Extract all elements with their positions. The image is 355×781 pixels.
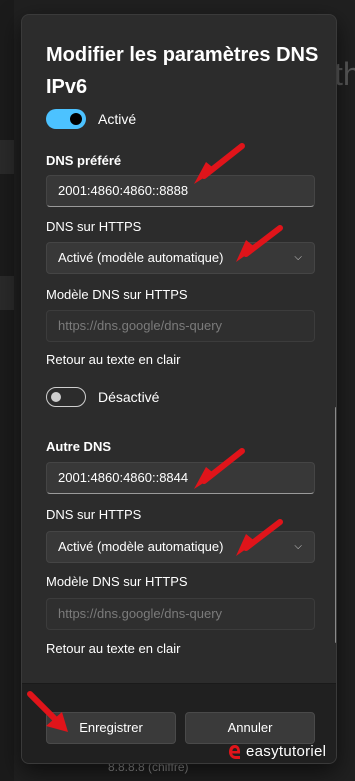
easytutoriel-logo-icon xyxy=(229,745,241,759)
preferred-dns-heading: DNS préféré xyxy=(46,153,122,168)
cancel-button[interactable]: Annuler xyxy=(185,712,315,744)
ipv6-toggle-label: Activé xyxy=(98,111,137,127)
preferred-https-dropdown[interactable]: Activé (modèle automatique) ⌵ xyxy=(46,242,315,274)
background-sidebar xyxy=(0,0,14,781)
chevron-down-icon: ⌵ xyxy=(294,252,302,263)
alternate-https-dropdown[interactable]: Activé (modèle automatique) ⌵ xyxy=(46,531,315,563)
background-sidebar-search xyxy=(0,140,14,174)
fallback-toggle[interactable] xyxy=(46,387,86,407)
dns-settings-dialog: Modifier les paramètres DNS IPv6 Activé … xyxy=(21,14,337,764)
preferred-template-label: Modèle DNS sur HTTPS xyxy=(46,287,188,302)
alternate-https-value: Activé (modèle automatique) xyxy=(58,539,224,554)
watermark-text: easytutoriel xyxy=(246,743,327,760)
alternate-dns-heading: Autre DNS xyxy=(46,439,112,454)
preferred-template-input[interactable]: https://dns.google/dns-query xyxy=(46,310,315,342)
preferred-https-value: Activé (modèle automatique) xyxy=(58,250,224,265)
alternate-template-input[interactable]: https://dns.google/dns-query xyxy=(46,598,315,630)
fallback-toggle-label: Désactivé xyxy=(98,389,160,405)
preferred-fallback-label: Retour au texte en clair xyxy=(46,352,181,367)
dialog-scrollbar[interactable] xyxy=(335,407,336,643)
background-heading-fragment: th xyxy=(334,56,355,92)
alternate-template-label: Modèle DNS sur HTTPS xyxy=(46,574,188,589)
background-sidebar-item xyxy=(0,276,14,310)
ipv6-toggle[interactable] xyxy=(46,109,86,129)
save-button[interactable]: Enregistrer xyxy=(46,712,176,744)
alternate-fallback-label: Retour au texte en clair xyxy=(46,641,181,656)
dialog-scroll-area[interactable]: Modifier les paramètres DNS IPv6 Activé … xyxy=(22,15,336,675)
preferred-https-label: DNS sur HTTPS xyxy=(46,219,142,234)
alternate-dns-input[interactable]: 2001:4860:4860::8844 xyxy=(46,462,315,494)
preferred-dns-input[interactable]: 2001:4860:4860::8888 xyxy=(46,175,315,207)
alternate-https-label: DNS sur HTTPS xyxy=(46,507,142,522)
chevron-down-icon: ⌵ xyxy=(294,541,302,552)
dialog-title: Modifier les paramètres DNS IPv6 xyxy=(46,44,319,98)
